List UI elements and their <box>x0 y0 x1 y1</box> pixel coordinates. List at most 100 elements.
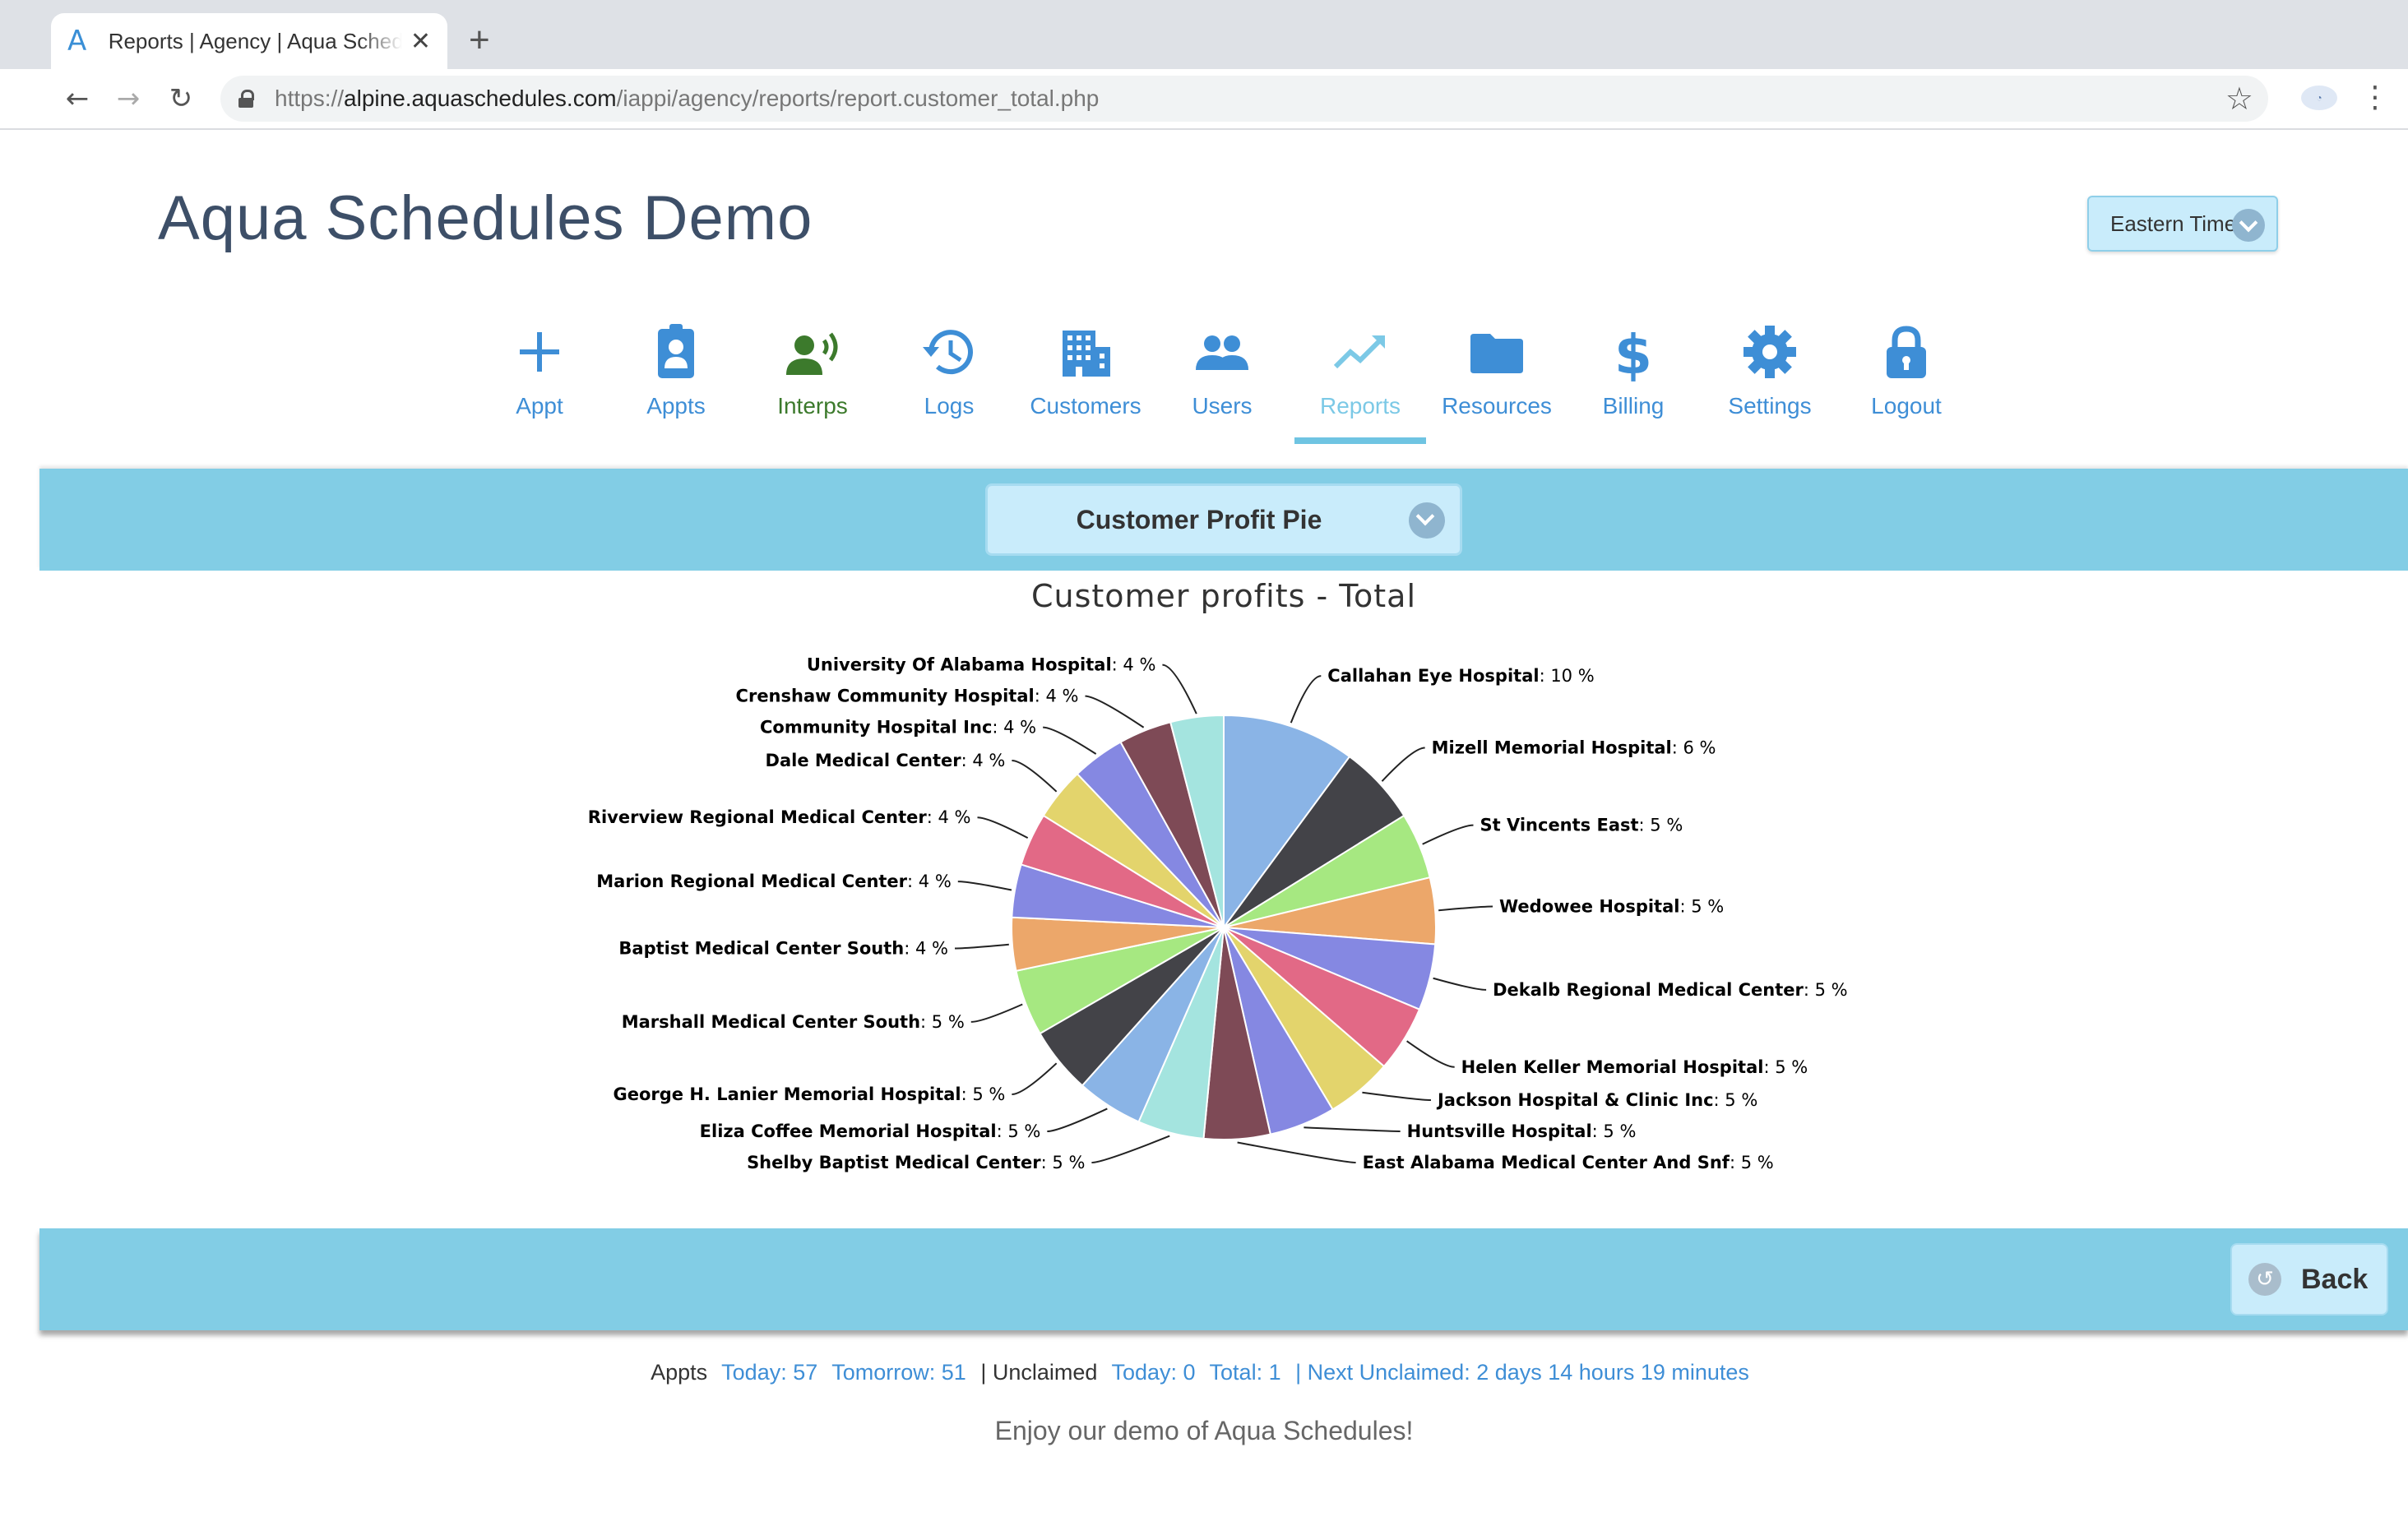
slice-label: Riverview Regional Medical Center: 4 % <box>588 807 971 827</box>
slice-label: George H. Lanier Memorial Hospital: 5 % <box>613 1084 1005 1104</box>
leader-line <box>1043 726 1097 755</box>
history-icon <box>923 330 973 375</box>
undo-icon <box>2248 1263 2281 1296</box>
slice-label: Dekalb Regional Medical Center: 5 % <box>1493 980 1848 1000</box>
chart-title: Customer profits - Total <box>1031 578 1416 614</box>
back-label: Back <box>2301 1263 2369 1295</box>
slice-label: University Of Alabama Hospital: 4 % <box>807 655 1156 675</box>
slice-label-value: : 4 % <box>904 939 948 959</box>
slice-label-name: Dale Medical Center <box>766 751 962 770</box>
slice-label-name: George H. Lanier Memorial Hospital <box>613 1084 961 1104</box>
slice-label-name: Callahan Eye Hospital <box>1327 666 1539 686</box>
slice-label: Huntsville Hospital: 5 % <box>1407 1121 1637 1141</box>
nav-label: Interps <box>777 393 848 418</box>
slice-label-value: : 5 % <box>920 1012 965 1032</box>
leader-line <box>970 1003 1023 1023</box>
svg-text:$: $ <box>1614 323 1652 382</box>
nav-label: Appts <box>646 393 706 418</box>
reload-icon[interactable]: ↻ <box>161 79 201 118</box>
nav-reports[interactable]: Reports <box>1294 322 1426 419</box>
nav-settings[interactable]: Settings <box>1704 322 1836 419</box>
extension-icon[interactable]: ◔ <box>2301 86 2337 110</box>
slice-label: Baptist Medical Center South: 4 % <box>618 939 948 959</box>
lock-icon[interactable] <box>238 90 254 108</box>
slice-label-value: : 5 % <box>1041 1153 1086 1172</box>
browser-tab[interactable]: A Reports | Agency | Aqua Schedules ✕ <box>51 13 447 69</box>
slice-label-value: : 6 % <box>1672 738 1716 758</box>
chevron-down-icon <box>1409 502 1445 539</box>
next-unclaimed-link[interactable]: | Next Unclaimed: 2 days 14 hours 19 min… <box>1295 1360 1749 1385</box>
id-badge-icon <box>658 324 694 378</box>
nav-customers[interactable]: Customers <box>1020 322 1151 419</box>
unclaimed-total-link[interactable]: Total: 1 <box>1210 1360 1281 1385</box>
new-tab-icon[interactable]: + <box>469 20 490 61</box>
slice-label: Community Hospital Inc: 4 % <box>760 718 1036 738</box>
slice-label: Jackson Hospital & Clinic Inc: 5 % <box>1436 1090 1757 1110</box>
menu-icon[interactable]: ⋮ <box>2360 81 2390 114</box>
browser-toolbar: ← → ↻ https://alpine.aquaschedules.com/i… <box>0 69 2408 130</box>
slice-label-value: : 5 % <box>1714 1090 1758 1110</box>
leader-line <box>1304 1126 1401 1132</box>
nav-billing[interactable]: $ Billing <box>1568 322 1699 419</box>
appts-today-link[interactable]: Today: 57 <box>721 1360 817 1385</box>
slice-label-name: Shelby Baptist Medical Center <box>747 1153 1041 1172</box>
nav-label: Users <box>1192 393 1253 418</box>
slice-label-value: : 4 % <box>1112 655 1156 675</box>
nav-logs[interactable]: Logs <box>883 322 1015 419</box>
slice-label-name: Wedowee Hospital <box>1499 896 1679 916</box>
slice-label: Wedowee Hospital: 5 % <box>1499 896 1724 916</box>
slice-label-name: Baptist Medical Center South <box>618 939 904 959</box>
slice-label-name: Eliza Coffee Memorial Hospital <box>700 1121 997 1141</box>
url-path: /iappi/agency/reports/report.customer_to… <box>616 86 1100 111</box>
slice-label: St Vincents East: 5 % <box>1480 816 1683 835</box>
slice-label: Shelby Baptist Medical Center: 5 % <box>747 1153 1085 1172</box>
nav-users[interactable]: Users <box>1156 322 1288 419</box>
chevron-down-icon <box>2232 209 2265 242</box>
chart-line-icon <box>1333 335 1385 369</box>
slice-label: East Alabama Medical Center And Snf: 5 % <box>1363 1153 1774 1172</box>
slice-label-value: : 4 % <box>1035 687 1079 706</box>
leader-line <box>1237 1141 1356 1163</box>
nav-label: Reports <box>1319 393 1401 418</box>
slice-label-value: : 5 % <box>1804 980 1848 1000</box>
report-type-select[interactable]: Customer Profit Pie <box>985 483 1462 556</box>
leader-line <box>1091 1135 1170 1163</box>
slice-label: Marshall Medical Center South: 5 % <box>622 1012 965 1032</box>
back-button[interactable]: Back <box>2230 1243 2388 1316</box>
address-bar[interactable]: https://alpine.aquaschedules.com/iappi/a… <box>220 76 2268 122</box>
appointment-stats: Appts Today: 57 Tomorrow: 51 | Unclaimed… <box>0 1360 2408 1385</box>
unclaimed-label: | Unclaimed <box>980 1360 1098 1385</box>
leader-line <box>1438 905 1493 912</box>
leader-line <box>1047 1108 1108 1132</box>
timezone-select[interactable]: Eastern Time <box>2087 196 2278 252</box>
interpreter-icon <box>786 332 838 375</box>
slice-label-name: Jackson Hospital & Clinic Inc <box>1436 1090 1714 1110</box>
slice-label-value: : 5 % <box>1592 1121 1637 1141</box>
slice-label-name: East Alabama Medical Center And Snf <box>1363 1153 1730 1172</box>
slice-label-value: : 5 % <box>1730 1153 1774 1172</box>
nav-resources[interactable]: Resources <box>1431 322 1563 419</box>
leader-line <box>1381 747 1425 782</box>
nav-label: Settings <box>1728 393 1812 418</box>
nav-label: Billing <box>1602 393 1665 418</box>
leader-line <box>1406 1040 1455 1068</box>
nav-interps[interactable]: Interps <box>747 322 878 419</box>
tab-close-icon[interactable]: ✕ <box>410 27 431 56</box>
report-type-label: Customer Profit Pie <box>1076 504 1322 534</box>
nav-label: Logout <box>1871 393 1942 418</box>
page-title: Aqua Schedules Demo <box>158 183 813 253</box>
star-icon[interactable]: ☆ <box>2225 81 2253 118</box>
appts-tomorrow-link[interactable]: Tomorrow: 51 <box>831 1360 966 1385</box>
back-arrow-icon[interactable]: ← <box>58 79 97 118</box>
forward-arrow-icon[interactable]: → <box>109 79 148 118</box>
nav-logout[interactable]: Logout <box>1841 322 1972 419</box>
slice-label-value: : 5 % <box>1763 1057 1808 1077</box>
dollar-icon: $ <box>1614 323 1652 382</box>
url-text: https://alpine.aquaschedules.com/iappi/a… <box>275 86 1099 112</box>
unclaimed-today-link[interactable]: Today: 0 <box>1111 1360 1195 1385</box>
nav-appt[interactable]: Appt <box>474 322 605 419</box>
nav-label: Logs <box>924 393 975 418</box>
slice-label: Mizell Memorial Hospital: 6 % <box>1432 738 1716 758</box>
nav-appts[interactable]: Appts <box>610 322 742 419</box>
leader-line <box>1085 695 1145 728</box>
